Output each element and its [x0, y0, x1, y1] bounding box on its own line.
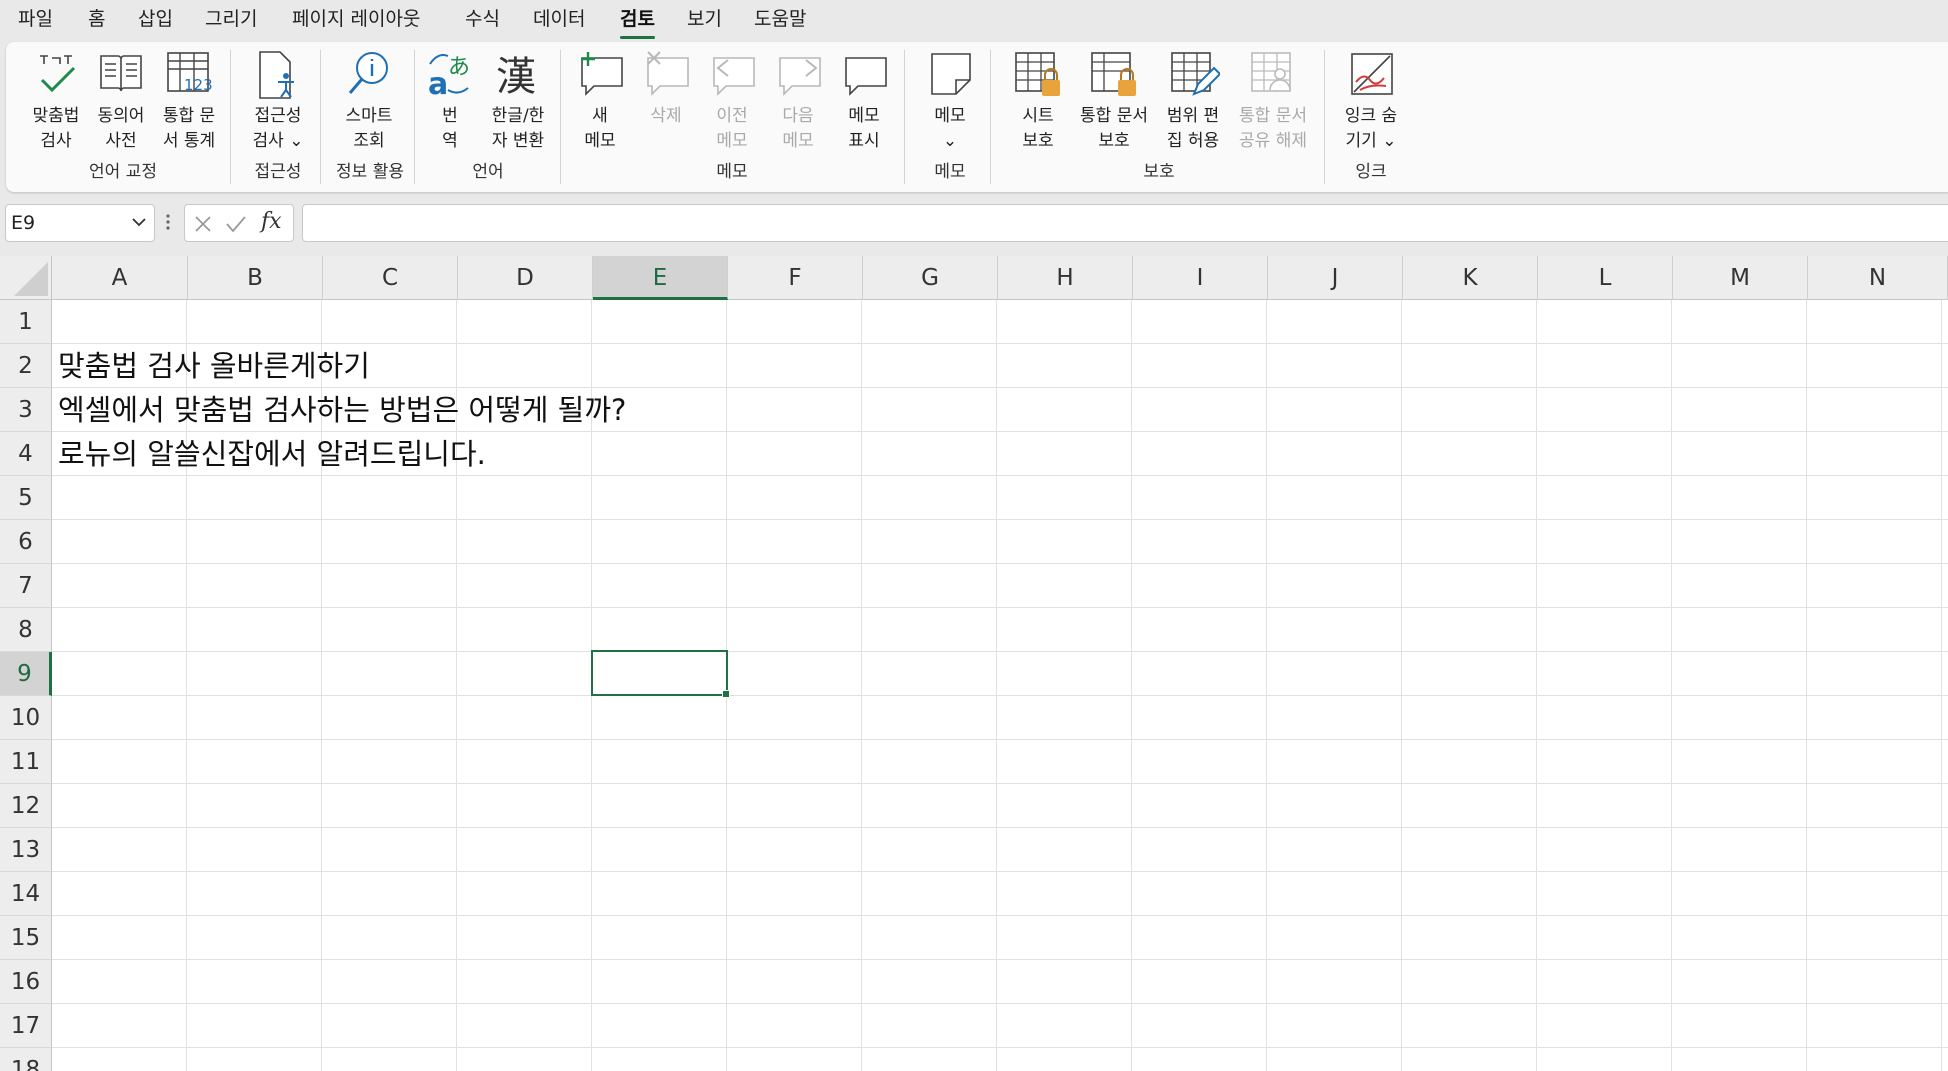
- group-label-insights: 정보 활용: [336, 162, 404, 182]
- svg-text:あ: あ: [448, 55, 470, 80]
- note-icon: [931, 53, 971, 95]
- menu-data[interactable]: 데이터: [533, 7, 585, 31]
- new-comment-icon: [581, 52, 623, 96]
- cell-a2[interactable]: 맞춤법 검사 올바른게하기: [58, 344, 370, 388]
- column-header-j[interactable]: J: [1268, 256, 1403, 300]
- group-label-notes: 메모: [934, 162, 966, 182]
- column-header-l[interactable]: L: [1538, 256, 1673, 300]
- allow-edit-ranges-icon: [1171, 52, 1220, 96]
- menu-bar: 파일 홈 삽입 그리기 페이지 레이아웃 수식 데이터 검토 보기 도움말: [0, 0, 1948, 42]
- smart-lookup-icon: [348, 52, 388, 94]
- group-separator: [230, 50, 231, 184]
- menu-formulas[interactable]: 수식: [465, 7, 500, 31]
- enter-check-icon[interactable]: [225, 214, 247, 234]
- fill-handle[interactable]: [722, 690, 730, 698]
- column-header-d[interactable]: D: [458, 256, 593, 300]
- row-header-18[interactable]: 18: [0, 1048, 52, 1071]
- group-label-protect: 보호: [1143, 162, 1175, 182]
- row-header-12[interactable]: 12: [0, 784, 52, 828]
- selected-cell-e9[interactable]: [591, 650, 730, 698]
- column-header-k[interactable]: K: [1403, 256, 1538, 300]
- accessibility-icon: [259, 51, 294, 99]
- insert-function-icon[interactable]: fx: [261, 209, 282, 234]
- group-label-ink: 잉크: [1355, 162, 1387, 182]
- menu-page-layout[interactable]: 페이지 레이아웃: [292, 7, 420, 31]
- row-header-16[interactable]: 16: [0, 960, 52, 1004]
- protect-sheet-icon: [1015, 52, 1060, 96]
- svg-text:漢: 漢: [496, 54, 536, 100]
- group-label-comments: 메모: [716, 162, 748, 182]
- show-comments-icon: [845, 57, 887, 96]
- group-separator: [1324, 50, 1325, 184]
- book-icon: [100, 55, 142, 92]
- cancel-icon[interactable]: [193, 214, 213, 234]
- row-header-5[interactable]: 5: [0, 476, 52, 520]
- svg-text:123: 123: [184, 76, 212, 94]
- column-header-b[interactable]: B: [188, 256, 323, 300]
- group-separator: [904, 50, 905, 184]
- menu-draw[interactable]: 그리기: [205, 7, 257, 31]
- row-header-13[interactable]: 13: [0, 828, 52, 872]
- chevron-down-icon[interactable]: [130, 213, 148, 231]
- column-header-i[interactable]: I: [1133, 256, 1268, 300]
- column-header-h[interactable]: H: [998, 256, 1133, 300]
- menu-view[interactable]: 보기: [687, 7, 722, 31]
- select-all-button[interactable]: [0, 256, 52, 300]
- formula-actions: fx: [184, 204, 294, 242]
- column-header-n[interactable]: N: [1808, 256, 1948, 300]
- hide-ink-icon: [1351, 53, 1393, 95]
- row-header-1[interactable]: 1: [0, 300, 52, 344]
- column-header-e[interactable]: E: [593, 256, 728, 300]
- row-header-3[interactable]: 3: [0, 388, 52, 432]
- cell-a3[interactable]: 엑셀에서 맞춤법 검사하는 방법은 어떻게 될까?: [58, 388, 626, 432]
- svg-text:a: a: [428, 67, 448, 100]
- formula-input[interactable]: [302, 204, 1948, 242]
- row-header-17[interactable]: 17: [0, 1004, 52, 1048]
- column-header-f[interactable]: F: [728, 256, 863, 300]
- menu-review[interactable]: 검토: [620, 7, 655, 39]
- row-header-10[interactable]: 10: [0, 696, 52, 740]
- column-header-g[interactable]: G: [863, 256, 998, 300]
- ribbon: 맞춤법 검사 동의어 사전 123 통합 문서 통계 언어 교정 접근성 검사 ⌄ 접…: [6, 42, 1948, 192]
- cell-a4[interactable]: 로뉴의 알쓸신잡에서 알려드립니다.: [58, 432, 486, 476]
- previous-comment-icon: [713, 57, 755, 96]
- spelling-check-icon: [40, 55, 76, 93]
- unshare-workbook-icon: [1251, 52, 1291, 92]
- row-header-14[interactable]: 14: [0, 872, 52, 916]
- spreadsheet-grid: A B C D E F G H I J K L M N 1 2 3 4 5 6 …: [0, 256, 1948, 1071]
- row-header-6[interactable]: 6: [0, 520, 52, 564]
- menu-file[interactable]: 파일: [18, 7, 53, 31]
- row-header-2[interactable]: 2: [0, 344, 52, 388]
- row-header-7[interactable]: 7: [0, 564, 52, 608]
- column-header-c[interactable]: C: [323, 256, 458, 300]
- formula-bar: E9 fx: [0, 200, 1948, 250]
- delete-comment-icon: [647, 51, 689, 96]
- menu-insert[interactable]: 삽입: [138, 7, 173, 31]
- row-header-4[interactable]: 4: [0, 432, 52, 476]
- row-header-11[interactable]: 11: [0, 740, 52, 784]
- translate-icon: a あ: [428, 54, 470, 100]
- row-header-15[interactable]: 15: [0, 916, 52, 960]
- name-box[interactable]: E9: [5, 204, 155, 242]
- name-box-value: E9: [11, 212, 36, 234]
- group-separator: [560, 50, 561, 184]
- row-header-9[interactable]: 9: [0, 652, 52, 696]
- workbook-statistics-icon: 123: [167, 52, 212, 94]
- group-label-accessibility: 접근성: [254, 162, 302, 182]
- column-header-m[interactable]: M: [1673, 256, 1808, 300]
- menu-help[interactable]: 도움말: [754, 7, 806, 31]
- column-header-a[interactable]: A: [52, 256, 188, 300]
- select-all-icon: [14, 262, 48, 296]
- group-label-language: 언어: [472, 162, 504, 182]
- more-options-icon[interactable]: [165, 212, 171, 232]
- group-separator: [320, 50, 321, 184]
- group-separator: [414, 50, 415, 184]
- next-comment-icon: [779, 57, 821, 96]
- protect-workbook-icon: [1091, 52, 1136, 96]
- group-separator: [990, 50, 991, 184]
- menu-home[interactable]: 홈: [88, 7, 105, 31]
- row-header-8[interactable]: 8: [0, 608, 52, 652]
- group-label-proofing: 언어 교정: [89, 162, 157, 182]
- hanja-icon: 漢: [496, 54, 536, 100]
